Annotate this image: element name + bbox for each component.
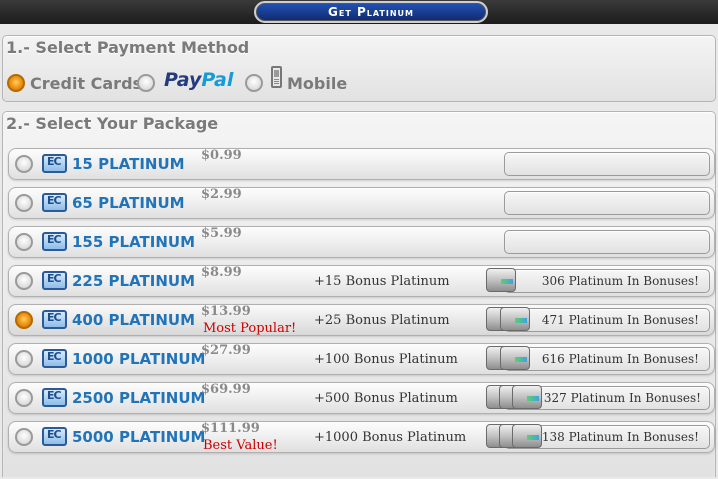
package-price: $5.99 xyxy=(201,226,242,241)
bonus-total: 2138 Platinum In Bonuses! xyxy=(534,430,699,444)
package-row[interactable]: 225 PLATINUM $8.99 +15 Bonus Platinum 30… xyxy=(8,265,715,297)
package-radio[interactable] xyxy=(15,428,33,446)
package-bonus: +15 Bonus Platinum xyxy=(314,274,450,289)
platinum-card-icon xyxy=(42,349,67,368)
package-price: $8.99 xyxy=(201,265,242,280)
package-radio[interactable] xyxy=(15,194,33,212)
radio-paypal[interactable] xyxy=(137,74,155,92)
bonus-box: 306 Platinum In Bonuses! xyxy=(504,269,710,293)
package-tag: Best Value! xyxy=(203,438,278,453)
package-radio[interactable] xyxy=(15,311,33,329)
package-row[interactable]: 155 PLATINUM $5.99 xyxy=(8,226,715,258)
package-section-title: 2.- Select Your Package xyxy=(6,114,219,133)
platinum-card-icon xyxy=(42,193,67,212)
package-section: 2.- Select Your Package 15 PLATINUM $0.9… xyxy=(2,111,716,477)
package-amount: 155 PLATINUM xyxy=(72,233,196,251)
bonus-total: 1327 Platinum In Bonuses! xyxy=(536,391,701,405)
package-bonus: +100 Bonus Platinum xyxy=(314,352,458,367)
package-row[interactable]: 2500 PLATINUM $69.99 +500 Bonus Platinum… xyxy=(8,382,715,414)
bonus-box: 616 Platinum In Bonuses! xyxy=(504,347,710,371)
title-bar: Get Platinum xyxy=(0,0,718,24)
package-radio[interactable] xyxy=(15,389,33,407)
package-row[interactable]: 15 PLATINUM $0.99 xyxy=(8,148,715,180)
bonus-total: 471 Platinum In Bonuses! xyxy=(541,313,699,327)
package-amount: 65 PLATINUM xyxy=(72,194,185,212)
package-amount: 400 PLATINUM xyxy=(72,311,196,329)
radio-credit-cards[interactable] xyxy=(7,74,25,92)
bonus-box xyxy=(504,230,710,254)
mobile-label[interactable]: Mobile xyxy=(287,74,347,93)
payment-method-title: 1.- Select Payment Method xyxy=(6,38,250,57)
platinum-card-icon xyxy=(42,271,67,290)
platinum-card-icon xyxy=(42,154,67,173)
package-price: $27.99 xyxy=(201,343,251,358)
package-amount: 15 PLATINUM xyxy=(72,155,185,173)
platinum-card-icon xyxy=(42,427,67,446)
package-radio[interactable] xyxy=(15,272,33,290)
package-price: $0.99 xyxy=(201,148,242,163)
bonus-total: 306 Platinum In Bonuses! xyxy=(541,274,699,288)
package-tag: Most Popular! xyxy=(203,321,297,336)
package-price: $13.99 xyxy=(201,304,251,319)
payment-method-section: 1.- Select Payment Method Credit Cards P… xyxy=(2,35,716,102)
bonus-box xyxy=(504,191,710,215)
paypal-logo[interactable]: PayPal xyxy=(164,69,233,91)
bonus-total: 616 Platinum In Bonuses! xyxy=(541,352,699,366)
package-bonus: +25 Bonus Platinum xyxy=(314,313,450,328)
bonus-box xyxy=(504,152,710,176)
credit-cards-label[interactable]: Credit Cards xyxy=(30,74,142,93)
package-row[interactable]: 5000 PLATINUM $111.99 Best Value! +1000 … xyxy=(8,421,715,453)
package-amount: 2500 PLATINUM xyxy=(72,389,206,407)
platinum-card-icon xyxy=(42,388,67,407)
paypal-logo-pay: Pay xyxy=(164,69,202,91)
package-price: $2.99 xyxy=(201,187,242,202)
package-amount: 225 PLATINUM xyxy=(72,272,196,290)
package-row[interactable]: 1000 PLATINUM $27.99 +100 Bonus Platinum… xyxy=(8,343,715,375)
radio-mobile[interactable] xyxy=(245,74,263,92)
package-amount: 1000 PLATINUM xyxy=(72,350,206,368)
package-radio[interactable] xyxy=(15,233,33,251)
platinum-card-icon xyxy=(42,310,67,329)
package-amount: 5000 PLATINUM xyxy=(72,428,206,446)
paypal-logo-pal: Pal xyxy=(201,69,234,91)
mobile-phone-icon xyxy=(271,66,282,88)
package-radio[interactable] xyxy=(15,350,33,368)
package-row[interactable]: 400 PLATINUM $13.99 Most Popular! +25 Bo… xyxy=(8,304,715,336)
bonus-box: 471 Platinum In Bonuses! xyxy=(504,308,710,332)
platinum-card-icon xyxy=(42,232,67,251)
package-radio[interactable] xyxy=(15,155,33,173)
package-price: $69.99 xyxy=(201,382,251,397)
page-title: Get Platinum xyxy=(254,1,488,23)
package-row[interactable]: 65 PLATINUM $2.99 xyxy=(8,187,715,219)
package-price: $111.99 xyxy=(201,421,260,436)
package-bonus: +1000 Bonus Platinum xyxy=(314,430,467,445)
package-bonus: +500 Bonus Platinum xyxy=(314,391,458,406)
